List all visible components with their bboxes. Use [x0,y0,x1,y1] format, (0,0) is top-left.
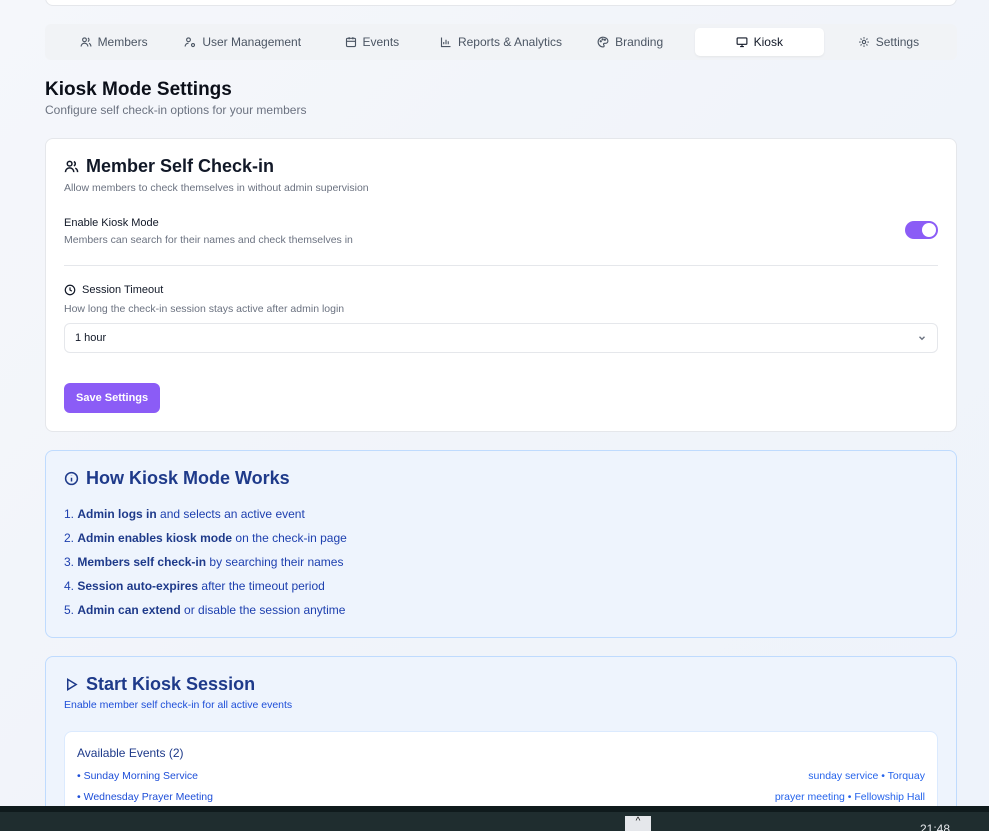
session-timeout-label: Session Timeout [82,284,164,296]
card-title: Start Kiosk Session [86,674,256,694]
how-it-works-heading: How Kiosk Mode Works [64,468,290,489]
taskbar-edge [0,806,989,812]
gear-icon [858,37,869,47]
tab-label: Branding [615,35,664,49]
tab-branding[interactable]: Branding [566,28,695,56]
enable-kiosk-label: Enable Kiosk Mode [64,217,159,229]
user-cog-icon [184,37,196,48]
clock-icon [64,284,76,296]
divider [64,265,938,266]
enable-kiosk-toggle[interactable] [905,221,938,239]
tray-arrow-icon[interactable]: ^ [625,816,651,831]
calendar-icon [345,37,356,48]
bar-chart-icon [440,37,451,48]
tab-kiosk[interactable]: Kiosk [694,28,824,56]
previous-card [45,0,957,6]
taskbar-clock: 21:48 [920,822,951,831]
self-checkin-heading: Member Self Check-in [64,156,274,177]
play-icon [67,678,78,691]
how-it-works-card: How Kiosk Mode Works 1. Admin logs in an… [45,450,957,638]
event-row: • Wednesday Prayer Meeting prayer meetin… [77,791,925,803]
session-timeout-description: How long the check-in session stays acti… [64,303,345,315]
save-settings-button[interactable]: Save Settings [64,383,161,413]
event-name: • Wednesday Prayer Meeting [77,791,213,803]
step-item: 1. Admin logs in and selects an active e… [64,507,305,521]
card-title: Member Self Check-in [86,156,275,176]
self-checkin-card: Member Self Check-in Allow members to ch… [45,138,957,432]
tab-members[interactable]: Members [49,28,178,56]
palette-icon [597,36,609,48]
step-item: 4. Session auto-expires after the timeou… [64,579,325,593]
step-item: 2. Admin enables kiosk mode on the check… [64,531,347,545]
tab-label: User Management [202,35,302,49]
tab-label: Reports & Analytics [457,35,563,49]
chevron-down-icon [919,336,925,341]
card-description: Enable member self check-in for all acti… [64,699,293,711]
enable-kiosk-description: Members can search for their names and c… [64,234,353,246]
event-row: • Sunday Morning Service sunday service … [77,770,925,782]
start-session-card: Start Kiosk Session Enable member self c… [45,656,957,831]
events-title: Available Events (2) [77,746,184,760]
card-description: Allow members to check themselves in wit… [64,182,369,194]
os-taskbar: ^ 21:48 [0,806,989,831]
tab-label: Kiosk [753,35,783,49]
event-meta: sunday service • Torquay [808,770,925,782]
tab-bar: Members User Management Events Reports &… [45,24,957,60]
users-icon [80,37,91,47]
steps-list: 1. Admin logs in and selects an active e… [64,507,347,627]
tab-label: Events [362,35,400,49]
page-title: Kiosk Mode Settings [45,79,232,100]
tab-label: Settings [875,35,920,49]
tab-reports[interactable]: Reports & Analytics [436,28,565,56]
tab-events[interactable]: Events [307,28,436,56]
step-item: 3. Members self check-in by searching th… [64,555,344,569]
page-subtitle: Configure self check-in options for your… [45,103,307,117]
tab-user-management[interactable]: User Management [178,28,307,56]
event-meta: prayer meeting • Fellowship Hall [774,791,925,803]
info-icon [64,471,79,486]
step-item: 5. Admin can extend or disable the sessi… [64,603,346,617]
start-session-heading: Start Kiosk Session [64,674,255,695]
tab-settings[interactable]: Settings [824,28,953,56]
users-icon [64,160,79,173]
tab-label: Members [97,35,148,49]
session-timeout-select[interactable]: 1 hour [64,323,938,353]
card-title: How Kiosk Mode Works [86,468,290,488]
event-name: • Sunday Morning Service [77,770,198,782]
session-timeout-heading: Session Timeout [64,284,163,296]
monitor-icon [736,37,748,48]
select-value: 1 hour [75,332,107,344]
